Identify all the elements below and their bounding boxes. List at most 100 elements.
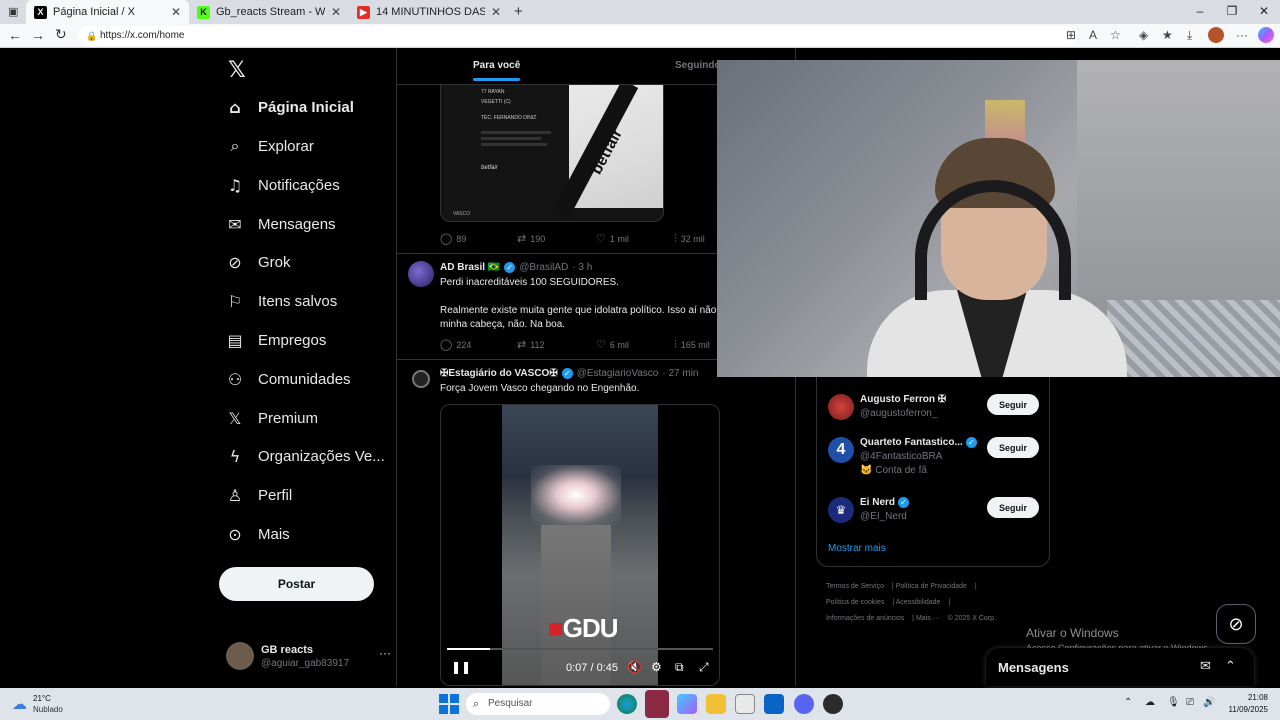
discord-icon[interactable] <box>794 694 814 714</box>
sidebar-item-profile[interactable]: ♙ Perfil <box>226 479 292 511</box>
follow-button[interactable]: Seguir <box>987 497 1039 518</box>
reply-button[interactable]: ◯ 224 <box>440 338 471 351</box>
follow-button[interactable]: Seguir <box>987 437 1039 458</box>
settings-icon[interactable]: ⚙ <box>651 660 662 674</box>
author-name[interactable]: AD Brasil 🇧🇷 <box>440 262 500 273</box>
copilot-icon[interactable] <box>677 694 697 714</box>
footer-link[interactable]: Política de cookies <box>826 599 884 606</box>
cloud-icon[interactable]: ☁ <box>1145 697 1155 708</box>
read-aloud-icon[interactable]: A <box>1089 28 1097 42</box>
close-tab-icon[interactable]: ✕ <box>491 5 501 19</box>
chevron-up-icon[interactable]: ⌃ <box>1124 697 1132 708</box>
tab-following[interactable]: Seguindo <box>675 60 721 71</box>
start-button[interactable] <box>439 694 459 714</box>
edge-icon[interactable] <box>617 694 637 714</box>
sidebar-item-messages[interactable]: ✉ Mensagens <box>226 208 335 240</box>
like-button[interactable]: ♡ 6 mil <box>596 338 629 351</box>
favorite-star-icon[interactable]: ☆ <box>1110 28 1121 42</box>
sidebar-item-organizations[interactable]: ϟ Organizações Ve... <box>226 440 385 472</box>
post-time[interactable]: · 27 min <box>662 368 698 379</box>
tab-actions-icon[interactable]: ▣ <box>8 5 18 18</box>
refresh-icon[interactable]: ↻ <box>55 27 67 43</box>
pip-icon[interactable]: ⧉ <box>675 660 684 675</box>
account-switcher[interactable]: GB reacts @aguiar_gab83917 ··· <box>226 638 391 674</box>
author-handle[interactable]: @BrasilAD <box>519 262 568 273</box>
sidebar-item-explore[interactable]: ⌕ Explorar <box>226 130 314 162</box>
restore-icon[interactable]: ❐ <box>1216 0 1248 24</box>
extensions-icon[interactable]: ◈ <box>1139 28 1148 42</box>
steam-icon[interactable] <box>823 694 843 714</box>
reply-button[interactable]: ◯ 89 <box>440 232 466 245</box>
footer-link[interactable]: Informações de anúncios <box>826 615 904 622</box>
footer-link[interactable]: Termos de Serviço <box>826 583 884 590</box>
footer-link[interactable]: Mais ··· <box>916 615 940 622</box>
minimize-icon[interactable]: – <box>1184 0 1216 24</box>
favorites-icon[interactable]: ★ <box>1162 28 1173 42</box>
file-explorer-icon[interactable] <box>706 694 726 714</box>
show-more-link[interactable]: Mostrar mais <box>828 543 886 554</box>
footer-link[interactable]: Política de Privacidade <box>896 583 967 590</box>
close-tab-icon[interactable]: ✕ <box>171 5 181 19</box>
taskbar-search[interactable]: ⌕ Pesquisar <box>466 693 610 715</box>
chevron-up-icon[interactable]: ⌃ <box>1225 659 1236 674</box>
clock[interactable]: 21:08 11/09/2025 <box>1229 692 1268 716</box>
close-tab-icon[interactable]: ✕ <box>331 5 341 19</box>
messages-drawer[interactable]: Mensagens ✉ ⌃ <box>986 648 1254 686</box>
fullscreen-icon[interactable]: ⤢ <box>699 660 709 675</box>
sidebar-item-communities[interactable]: ⚇ Comunidades <box>226 363 351 395</box>
tab-kick-stream[interactable]: K Gb_reacts Stream - Watch Live on ✕ <box>189 0 349 24</box>
network-icon[interactable]: ⎚ <box>1186 697 1194 708</box>
avatar[interactable] <box>408 261 434 287</box>
outlook-icon[interactable] <box>764 694 784 714</box>
tab-x-home[interactable]: X Página Inicial / X ✕ <box>26 0 189 24</box>
views-button[interactable]: ⫶ 32 mil <box>674 232 705 246</box>
active-app-icon[interactable] <box>645 690 669 718</box>
sidebar-item-more[interactable]: ⊙ Mais <box>226 518 289 550</box>
follow-suggestion[interactable]: Augusto Ferron ✠ @augustoferron_ Seguir <box>828 392 1048 432</box>
like-button[interactable]: ♡ 1 mil <box>596 232 629 245</box>
post-image[interactable]: 77 RAYAN VEGETTI (C) TÉC. FERNANDO DINIZ… <box>440 85 664 222</box>
sidebar-item-bookmarks[interactable]: ⚐ Itens salvos <box>226 285 337 317</box>
author-handle[interactable]: @EstagiarioVasco <box>577 368 659 379</box>
pause-icon[interactable]: ❚❚ <box>451 660 471 674</box>
sidebar-item-notifications[interactable]: ♫ Notificações <box>226 169 340 201</box>
sidebar-item-grok[interactable]: ⊘ Grok <box>226 246 290 278</box>
back-icon[interactable]: ← <box>8 27 22 43</box>
forward-icon[interactable]: → <box>31 27 45 43</box>
tab-youtube[interactable]: ▶ 14 MINUTINHOS DAS MAIS TOCA ✕ <box>349 0 509 24</box>
x-logo-icon[interactable]: 𝕏 <box>228 58 246 83</box>
downloads-icon[interactable]: ⤓ <box>1187 28 1192 43</box>
sidebar-item-premium[interactable]: 𝕏 Premium <box>226 402 318 434</box>
volume-icon[interactable]: 🔊 <box>1203 697 1215 708</box>
more-options-icon[interactable]: ··· <box>379 646 391 660</box>
address-bar[interactable]: 🔒 https://x.com/home <box>78 26 1078 46</box>
video-player[interactable]: ■GDU ❚❚ 0:07 / 0:45 🔇 ⚙ ⧉ ⤢ <box>440 404 720 686</box>
tab-for-you[interactable]: Para você <box>473 60 521 81</box>
follow-button[interactable]: Seguir <box>987 394 1039 415</box>
new-message-icon[interactable]: ✉ <box>1200 659 1211 674</box>
author-name[interactable]: ✠Estagiário do VASCO✠ <box>440 368 558 379</box>
mute-icon[interactable]: 🔇 <box>627 660 642 674</box>
footer-link[interactable]: Acessibilidade <box>896 599 941 606</box>
profile-avatar[interactable] <box>1208 27 1224 43</box>
views-button[interactable]: ⫶ 165 mil <box>674 338 710 352</box>
store-icon[interactable] <box>735 694 755 714</box>
divider <box>396 48 397 686</box>
video-progress-bar[interactable] <box>447 648 713 650</box>
repost-button[interactable]: ⇄ 190 <box>517 232 545 245</box>
sidebar-item-home[interactable]: ⌂ Página Inicial <box>226 91 354 123</box>
apps-icon[interactable]: ⊞ <box>1066 28 1076 42</box>
more-menu-icon[interactable]: ··· <box>1236 28 1248 42</box>
follow-suggestion[interactable]: ♛ Ei Nerd ✓ @EI_Nerd Seguir <box>828 495 1048 535</box>
repost-button[interactable]: ⇄ 112 <box>517 338 545 351</box>
close-window-icon[interactable]: ✕ <box>1248 0 1280 24</box>
copilot-icon[interactable] <box>1258 27 1274 43</box>
post-button[interactable]: Postar <box>219 567 374 601</box>
avatar[interactable] <box>412 370 430 388</box>
sidebar-item-jobs[interactable]: ▤ Empregos <box>226 324 326 356</box>
post-time[interactable]: · 3 h <box>572 262 592 273</box>
new-tab-button[interactable]: + <box>514 3 523 20</box>
mic-icon[interactable]: 🎙 <box>1167 697 1180 708</box>
grok-icon[interactable]: ⊘ <box>1216 604 1256 644</box>
follow-suggestion[interactable]: 4 Quarteto Fantastico... ✓ @4FantasticoBR… <box>828 435 1048 476</box>
